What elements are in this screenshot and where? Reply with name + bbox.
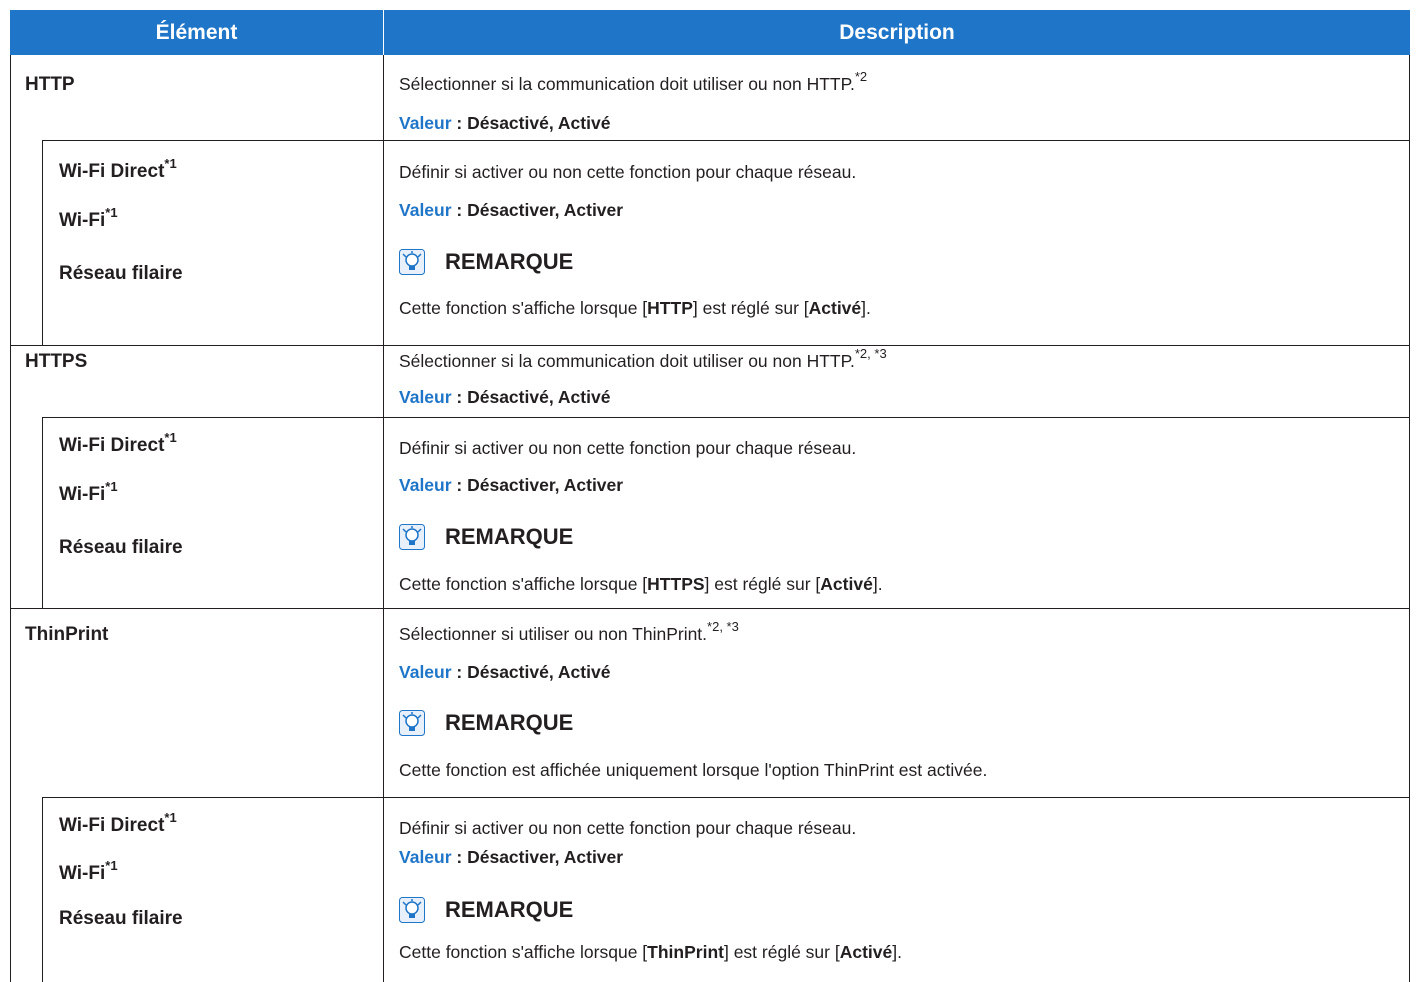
row-divider [42, 797, 1410, 798]
note-title: REMARQUE [445, 897, 574, 922]
note-lightbulb-icon [399, 249, 425, 275]
settings-table: Élément Description HTTP Sélectionner si… [10, 10, 1410, 982]
row-label-http: HTTP [25, 74, 75, 95]
column-divider [383, 55, 384, 982]
note-https: REMARQUE [399, 521, 573, 553]
row-divider [10, 345, 1410, 346]
sub-label-wifi-direct: Wi-Fi Direct*1 [59, 809, 177, 836]
sub-value-http: Valeur : Désactiver, Activer [399, 200, 624, 220]
sub-value-https: Valeur : Désactiver, Activer [399, 475, 624, 495]
note-text-https: Cette fonction s'affiche lorsque [HTTPS]… [399, 574, 883, 594]
row-value-https: Valeur : Désactivé, Activé [399, 387, 611, 407]
row-divider [10, 608, 1410, 609]
row-value-thinprint: Valeur : Désactivé, Activé [399, 662, 611, 682]
column-header-element: Élément [10, 10, 383, 55]
row-desc-https: Sélectionner si la communication doit ut… [399, 346, 887, 371]
row-desc-thinprint: Sélectionner si utiliser ou non ThinPrin… [399, 619, 739, 644]
note-lightbulb-icon [399, 710, 425, 736]
sub-label-wifi: Wi-Fi*1 [59, 478, 118, 505]
table-border-left [10, 55, 11, 982]
row-divider [42, 417, 1410, 418]
note-lightbulb-icon [399, 524, 425, 550]
note-text-http: Cette fonction s'affiche lorsque [HTTP] … [399, 298, 871, 318]
row-desc-http: Sélectionner si la communication doit ut… [399, 69, 868, 94]
row-label-https: HTTPS [25, 351, 88, 372]
note-text-thinprint-sub: Cette fonction s'affiche lorsque [ThinPr… [399, 942, 902, 962]
sub-label-wifi: Wi-Fi*1 [59, 204, 118, 231]
row-label-thinprint: ThinPrint [25, 624, 109, 645]
note-title: REMARQUE [445, 710, 574, 735]
indent-divider-https [42, 417, 43, 608]
note-title: REMARQUE [445, 524, 574, 549]
column-header-description: Description [384, 10, 1410, 55]
sub-desc-thinprint: Définir si activer ou non cette fonction… [399, 818, 857, 838]
sub-label-wired-network: Réseau filaire [59, 908, 183, 929]
note-thinprint-sub: REMARQUE [399, 894, 573, 926]
sub-desc-http: Définir si activer ou non cette fonction… [399, 162, 857, 182]
note-http: REMARQUE [399, 246, 573, 278]
note-text-thinprint: Cette fonction est affichée uniquement l… [399, 760, 988, 780]
sub-desc-https: Définir si activer ou non cette fonction… [399, 438, 857, 458]
indent-divider-http [42, 140, 43, 345]
table-border-right [1409, 55, 1410, 982]
note-title: REMARQUE [445, 249, 574, 274]
note-lightbulb-icon [399, 897, 425, 923]
row-divider [42, 140, 1410, 141]
row-value-http: Valeur : Désactivé, Activé [399, 113, 611, 133]
sub-label-wifi-direct: Wi-Fi Direct*1 [59, 429, 177, 456]
sub-label-wired-network: Réseau filaire [59, 537, 183, 558]
sub-label-wifi-direct: Wi-Fi Direct*1 [59, 155, 177, 182]
indent-divider-thinprint [42, 797, 43, 982]
note-thinprint: REMARQUE [399, 707, 573, 739]
sub-value-thinprint: Valeur : Désactiver, Activer [399, 847, 624, 867]
sub-label-wired-network: Réseau filaire [59, 263, 183, 284]
sub-label-wifi: Wi-Fi*1 [59, 857, 118, 884]
